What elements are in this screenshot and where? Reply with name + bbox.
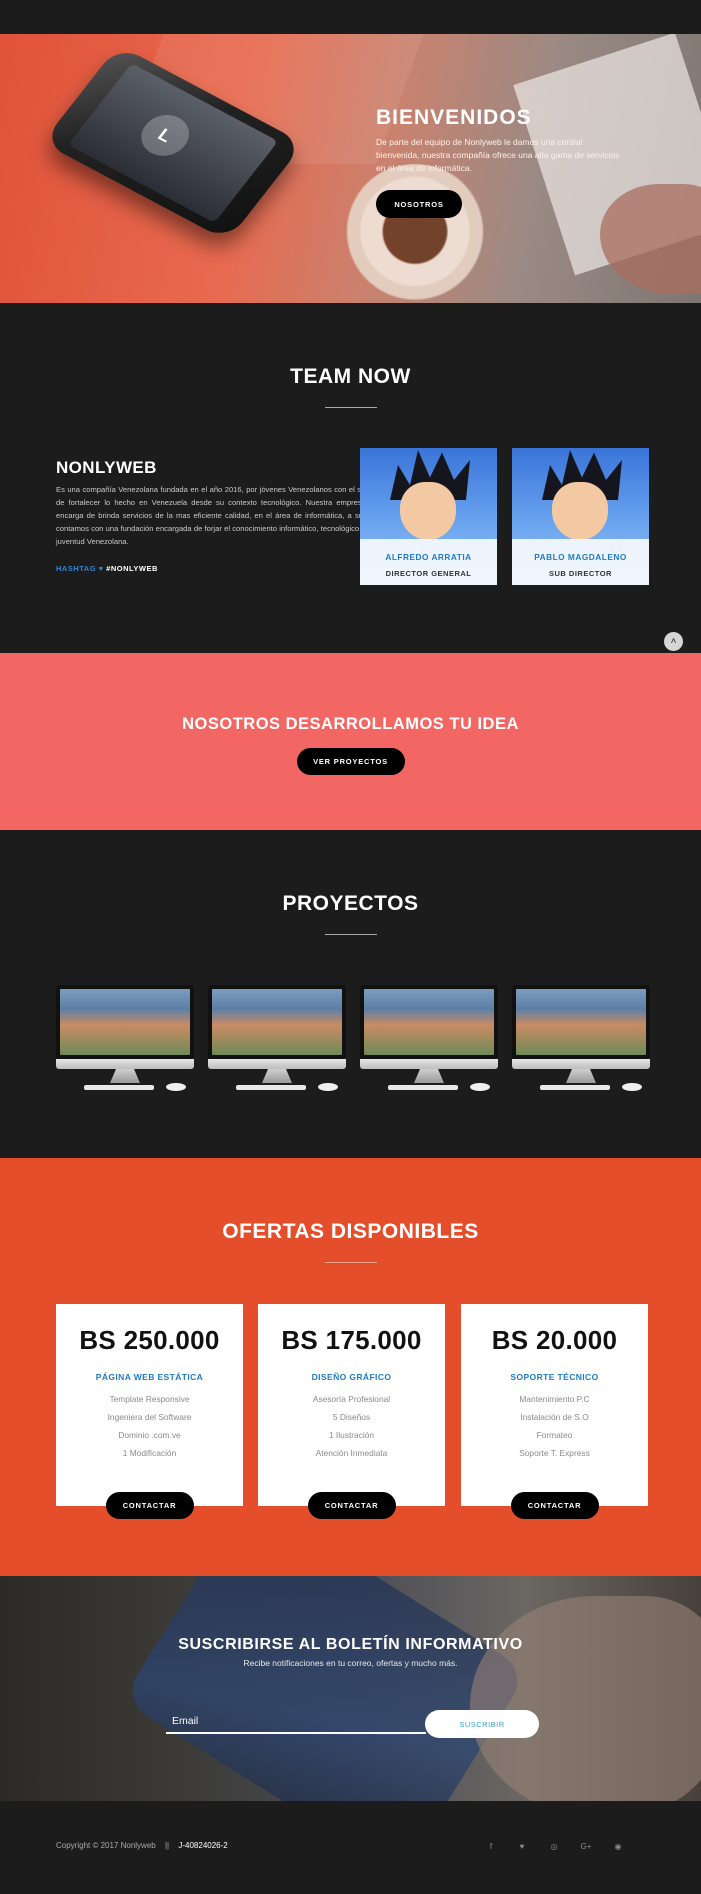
contactar-button[interactable]: CONTACTAR bbox=[307, 1492, 396, 1519]
contactar-button[interactable]: CONTACTAR bbox=[105, 1492, 194, 1519]
member-name: PABLO MAGDALENO bbox=[534, 552, 627, 562]
hashtag-label: HASHTAG bbox=[56, 564, 97, 573]
team-member-card[interactable]: PABLO MAGDALENO SUB DIRECTOR bbox=[512, 448, 649, 585]
company-rif: J-40824026-2 bbox=[178, 1841, 228, 1850]
plan-name: DISEÑO GRÁFICO bbox=[311, 1372, 392, 1382]
member-caption: ALFREDO ARRATIA DIRECTOR GENERAL bbox=[360, 539, 497, 585]
team-section: TEAM NOW NONLYWEB Es una compañía Venezo… bbox=[0, 303, 701, 653]
nosotros-button[interactable]: NOSOTROS bbox=[376, 190, 462, 218]
pricing-card: BS 175.000 DISEÑO GRÁFICO Asesoría Profe… bbox=[258, 1304, 445, 1519]
ver-proyectos-button[interactable]: VER PROYECTOS bbox=[296, 748, 405, 775]
hashtag-value: #NONLYWEB bbox=[106, 564, 158, 573]
hero-description: De parte del equipo de Nonlyweb le damos… bbox=[376, 137, 620, 173]
twitter-icon[interactable]: ♥ bbox=[516, 1842, 528, 1851]
contactar-button[interactable]: CONTACTAR bbox=[510, 1492, 599, 1519]
plan-feature: 1 Ilustración bbox=[328, 1430, 375, 1440]
plan-feature: Mantenimiento P.C bbox=[519, 1394, 590, 1404]
member-role: DIRECTOR GENERAL bbox=[385, 569, 472, 578]
project-thumbnail[interactable] bbox=[360, 985, 498, 1093]
plan-name: SOPORTE TÉCNICO bbox=[510, 1372, 599, 1382]
plan-features: Mantenimiento P.C Instalación de S.O For… bbox=[461, 1390, 648, 1462]
copyright-text: Copyright © 2017 Nonlyweb bbox=[56, 1841, 156, 1850]
about-text: Es una compañía Venezolana fundada en el… bbox=[56, 485, 378, 546]
projects-title: PROYECTOS bbox=[282, 892, 419, 915]
cta-title: NOSOTROS DESARROLLAMOS TU IDEA bbox=[182, 715, 519, 733]
facebook-icon[interactable]: f bbox=[485, 1842, 497, 1851]
newsletter-content: SUSCRIBIRSE AL BOLETÍN INFORMATIVO Recib… bbox=[0, 1576, 701, 1668]
telegram-icon[interactable]: ◉ bbox=[612, 1842, 624, 1851]
heart-icon: ♥ bbox=[98, 564, 104, 573]
offers-title: OFERTAS DISPONIBLES bbox=[222, 1220, 479, 1243]
offers-title-divider bbox=[324, 1262, 377, 1263]
plan-features: Asesoría Profesional 5 Diseños 1 Ilustra… bbox=[258, 1390, 445, 1462]
footer: Copyright © 2017 Nonlyweb || J-40824026-… bbox=[0, 1801, 701, 1894]
plan-feature: Dominio .com.ve bbox=[118, 1430, 181, 1440]
hero-title: BIENVENIDOS bbox=[376, 106, 532, 129]
newsletter-section: SUSCRIBIRSE AL BOLETÍN INFORMATIVO Recib… bbox=[0, 1576, 701, 1801]
newsletter-subtitle: Recibe notificaciones en tu correo, ofer… bbox=[243, 1658, 458, 1668]
top-bar bbox=[0, 0, 701, 34]
plan-feature: Formateo bbox=[536, 1430, 573, 1440]
offers-section: OFERTAS DISPONIBLES BS 250.000 PÁGINA WE… bbox=[0, 1158, 701, 1576]
about-title: NONLYWEB bbox=[56, 458, 157, 477]
project-thumbnail[interactable] bbox=[208, 985, 346, 1093]
pricing-card: BS 250.000 PÁGINA WEB ESTÁTICA Template … bbox=[56, 1304, 243, 1519]
instagram-icon[interactable]: ◎ bbox=[548, 1842, 560, 1851]
chevron-up-icon: ˄ bbox=[670, 636, 677, 647]
phone-logo-icon: L bbox=[131, 107, 199, 164]
hashtag-line: HASHTAG ♥ #NONLYWEB bbox=[56, 564, 378, 573]
copyright-separator: || bbox=[164, 1841, 170, 1850]
about-block: NONLYWEB Es una compañía Venezolana fund… bbox=[56, 458, 378, 573]
google-plus-icon[interactable]: G+ bbox=[580, 1842, 592, 1851]
subscribe-button[interactable]: SUSCRIBIR bbox=[425, 1710, 539, 1738]
projects-title-divider bbox=[324, 934, 377, 935]
email-field[interactable]: Email bbox=[166, 1712, 426, 1734]
member-role: SUB DIRECTOR bbox=[549, 569, 612, 578]
plan-price: BS 175.000 bbox=[281, 1325, 422, 1355]
plan-feature: 1 Modificación bbox=[122, 1448, 177, 1458]
team-title-divider bbox=[324, 407, 377, 408]
plan-price: BS 20.000 bbox=[491, 1325, 618, 1355]
plan-feature: 5 Diseños bbox=[332, 1412, 371, 1422]
cta-section: NOSOTROS DESARROLLAMOS TU IDEA VER PROYE… bbox=[0, 653, 701, 830]
member-caption: PABLO MAGDALENO SUB DIRECTOR bbox=[512, 539, 649, 585]
scroll-to-top-button[interactable]: ˄ bbox=[664, 632, 683, 651]
newsletter-title: SUSCRIBIRSE AL BOLETÍN INFORMATIVO bbox=[178, 1636, 523, 1653]
team-member-card[interactable]: ALFREDO ARRATIA DIRECTOR GENERAL bbox=[360, 448, 497, 585]
hero-text-block: BIENVENIDOS De parte del equipo de Nonly… bbox=[376, 106, 626, 218]
team-title: TEAM NOW bbox=[290, 365, 411, 388]
plan-feature: Template Responsive bbox=[109, 1394, 190, 1404]
plan-feature: Instalación de S.O bbox=[520, 1412, 589, 1422]
project-thumbnail[interactable] bbox=[56, 985, 194, 1093]
pricing-card: BS 20.000 SOPORTE TÉCNICO Mantenimiento … bbox=[461, 1304, 648, 1519]
plan-price: BS 250.000 bbox=[79, 1325, 220, 1355]
plan-feature: Soporte T. Express bbox=[519, 1448, 590, 1458]
plan-features: Template Responsive Ingeniera del Softwa… bbox=[56, 1390, 243, 1462]
plan-name: PÁGINA WEB ESTÁTICA bbox=[95, 1372, 204, 1382]
projects-section: PROYECTOS bbox=[0, 830, 701, 1158]
project-thumbnail[interactable] bbox=[512, 985, 650, 1093]
member-name: ALFREDO ARRATIA bbox=[385, 552, 472, 562]
copyright-line: Copyright © 2017 Nonlyweb || J-40824026-… bbox=[56, 1841, 228, 1850]
plan-feature: Asesoría Profesional bbox=[312, 1394, 391, 1404]
plan-feature: Atención Inmediata bbox=[315, 1448, 388, 1458]
plan-feature: Ingeniera del Software bbox=[107, 1412, 192, 1422]
hero-section: L BIENVENIDOS De parte del equipo de Non… bbox=[0, 34, 701, 303]
